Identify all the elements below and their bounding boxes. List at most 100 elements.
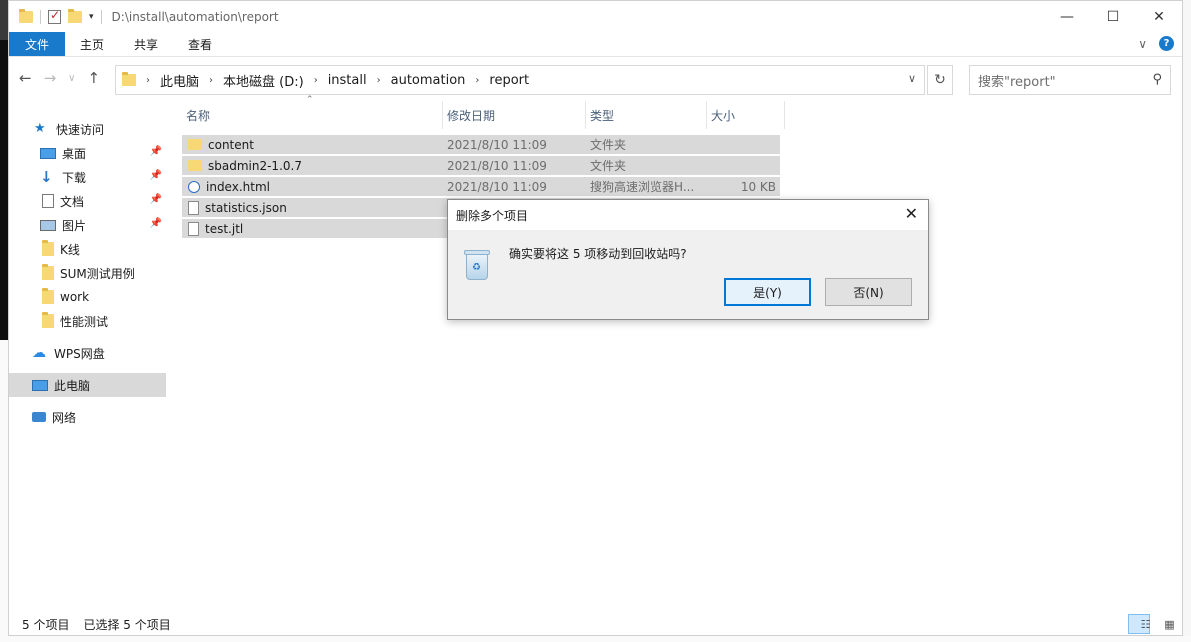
pin-icon: 📌 <box>149 146 162 157</box>
file-size <box>707 135 780 155</box>
divider <box>40 9 41 24</box>
sidebar-item-label: 网络 <box>52 410 77 425</box>
browser-file-icon <box>188 180 200 193</box>
file-size: 10 KB <box>740 179 776 194</box>
folder-icon <box>122 72 136 86</box>
item-count: 5 个项目 <box>22 617 70 632</box>
sidebar-item-label: 桌面 <box>62 146 87 161</box>
address-history-dropdown[interactable]: ∨ <box>908 72 916 85</box>
sidebar-item-work[interactable]: work <box>9 285 166 309</box>
sidebar-item-desktop[interactable]: 桌面 📌 <box>9 141 166 165</box>
tab-home[interactable]: 主页 <box>65 32 119 56</box>
sidebar-item-documents[interactable]: 文档 📌 <box>9 189 166 213</box>
star-icon: ★ <box>34 121 46 136</box>
column-size[interactable]: 大小 <box>707 101 785 129</box>
chevron-right-icon[interactable]: › <box>475 75 479 86</box>
view-switcher: ☷ ▦ <box>1128 614 1175 634</box>
table-row[interactable]: index.html 2021/8/10 11:09 搜狗高速浏览器H... 1… <box>182 177 780 197</box>
tab-share[interactable]: 共享 <box>119 32 173 56</box>
picture-icon <box>40 219 56 231</box>
dialog-close-button[interactable]: ✕ <box>905 204 918 223</box>
file-name-cell: index.html <box>182 177 443 197</box>
navigation-row: ← → ∨ ↑ › 此电脑 › 本地磁盘 (D:) › install › au… <box>9 57 1182 101</box>
dialog-title-bar: 删除多个项目 ✕ <box>448 200 928 230</box>
folder-icon <box>19 8 33 23</box>
breadcrumb-drive-d[interactable]: 本地磁盘 (D:) <box>223 71 304 90</box>
title-bar: ▾ D:\install\automation\report — ☐ ✕ <box>9 1 1182 32</box>
customize-toolbar-icon[interactable]: ▾ <box>89 12 94 22</box>
no-button[interactable]: 否(N) <box>825 278 912 306</box>
yes-button[interactable]: 是(Y) <box>724 278 811 306</box>
sidebar-item-wps-drive[interactable]: ☁ WPS网盘 <box>9 341 166 365</box>
help-icon[interactable]: ? <box>1159 36 1174 51</box>
forward-button[interactable]: → <box>44 69 57 87</box>
properties-icon[interactable] <box>48 8 61 24</box>
breadcrumb-this-pc[interactable]: 此电脑 <box>160 71 199 90</box>
sidebar-item-label: 下载 <box>62 170 87 185</box>
refresh-button[interactable]: ↻ <box>927 65 953 95</box>
tab-file[interactable]: 文件 <box>9 32 66 56</box>
file-date: 2021/8/10 11:09 <box>447 158 547 173</box>
column-type[interactable]: 类型 <box>586 101 707 129</box>
table-row[interactable]: content 2021/8/10 11:09 文件夹 <box>182 135 780 155</box>
status-bar: 5 个项目 已选择 5 个项目 ☷ ▦ <box>9 612 1182 636</box>
search-placeholder: 搜索"report" <box>978 74 1056 90</box>
expand-ribbon-icon[interactable]: ∨ <box>1138 37 1147 51</box>
sidebar-item-pictures[interactable]: 图片 📌 <box>9 213 166 237</box>
maximize-button[interactable]: ☐ <box>1090 1 1136 32</box>
table-row[interactable]: sbadmin2-1.0.7 2021/8/10 11:09 文件夹 <box>182 156 780 176</box>
tab-view[interactable]: 查看 <box>173 32 227 56</box>
file-name: statistics.json <box>205 200 287 215</box>
file-name-cell: sbadmin2-1.0.7 <box>182 156 443 176</box>
file-type: 文件夹 <box>590 138 627 152</box>
sidebar-item-label: 快速访问 <box>56 122 105 137</box>
window-controls: — ☐ ✕ <box>1044 1 1182 32</box>
folder-icon <box>42 240 54 256</box>
network-icon <box>32 412 46 422</box>
sidebar-item-network[interactable]: 网络 <box>9 405 166 429</box>
minimize-button[interactable]: — <box>1044 1 1090 32</box>
details-view-button[interactable]: ☷ <box>1128 614 1150 634</box>
column-name[interactable]: 名称 <box>182 101 443 129</box>
sidebar-item-label: WPS网盘 <box>54 346 105 361</box>
chevron-right-icon[interactable]: › <box>209 75 213 86</box>
chevron-right-icon[interactable]: › <box>146 75 150 86</box>
refresh-icon: ↻ <box>934 72 946 88</box>
dialog-title: 删除多个项目 <box>456 208 529 223</box>
background-app-left <box>0 40 8 340</box>
breadcrumb-install[interactable]: install <box>328 73 367 88</box>
column-date-modified[interactable]: 修改日期 <box>443 101 586 129</box>
sidebar-item-this-pc[interactable]: 此电脑 <box>9 373 166 397</box>
selected-count: 已选择 5 个项目 <box>83 617 171 632</box>
file-icon <box>188 200 199 215</box>
file-size <box>707 156 780 176</box>
back-button[interactable]: ← <box>19 69 32 87</box>
sidebar-item-label: 此电脑 <box>54 378 91 393</box>
large-icons-view-button[interactable]: ▦ <box>1152 614 1174 634</box>
sidebar-item-quick-access[interactable]: ★ 快速访问 <box>9 117 166 141</box>
recent-locations-button[interactable]: ∨ <box>68 73 75 84</box>
sidebar-item-downloads[interactable]: ↓ 下载 📌 <box>9 165 166 189</box>
file-type: 文件夹 <box>590 159 627 173</box>
sidebar-item-k-line[interactable]: K线 <box>9 237 166 261</box>
background-app-left-lower <box>0 340 8 642</box>
sidebar-item-sum-test-cases[interactable]: SUM测试用例 <box>9 261 166 285</box>
address-bar[interactable]: › 此电脑 › 本地磁盘 (D:) › install › automation… <box>115 65 925 95</box>
new-folder-icon[interactable] <box>68 8 82 23</box>
search-input[interactable]: 搜索"report" ⚲ <box>969 65 1171 95</box>
file-name-cell: statistics.json <box>182 198 443 218</box>
window-title: D:\install\automation\report <box>111 9 279 24</box>
up-button[interactable]: ↑ <box>87 69 100 87</box>
breadcrumb-automation[interactable]: automation <box>391 73 466 88</box>
sidebar-item-performance-test[interactable]: 性能测试 <box>9 309 166 333</box>
folder-icon <box>42 264 54 280</box>
ribbon-right-controls: ∨ ? <box>1138 36 1174 51</box>
pin-icon: 📌 <box>149 170 162 181</box>
background-app-right <box>1183 0 1191 642</box>
breadcrumb-report[interactable]: report <box>489 73 529 88</box>
chevron-right-icon[interactable]: › <box>314 75 318 86</box>
pin-icon: 📌 <box>149 218 162 229</box>
close-button[interactable]: ✕ <box>1136 1 1182 32</box>
chevron-right-icon[interactable]: › <box>377 75 381 86</box>
ribbon-tabs: 文件 主页 共享 查看 ∨ ? <box>9 32 1182 57</box>
